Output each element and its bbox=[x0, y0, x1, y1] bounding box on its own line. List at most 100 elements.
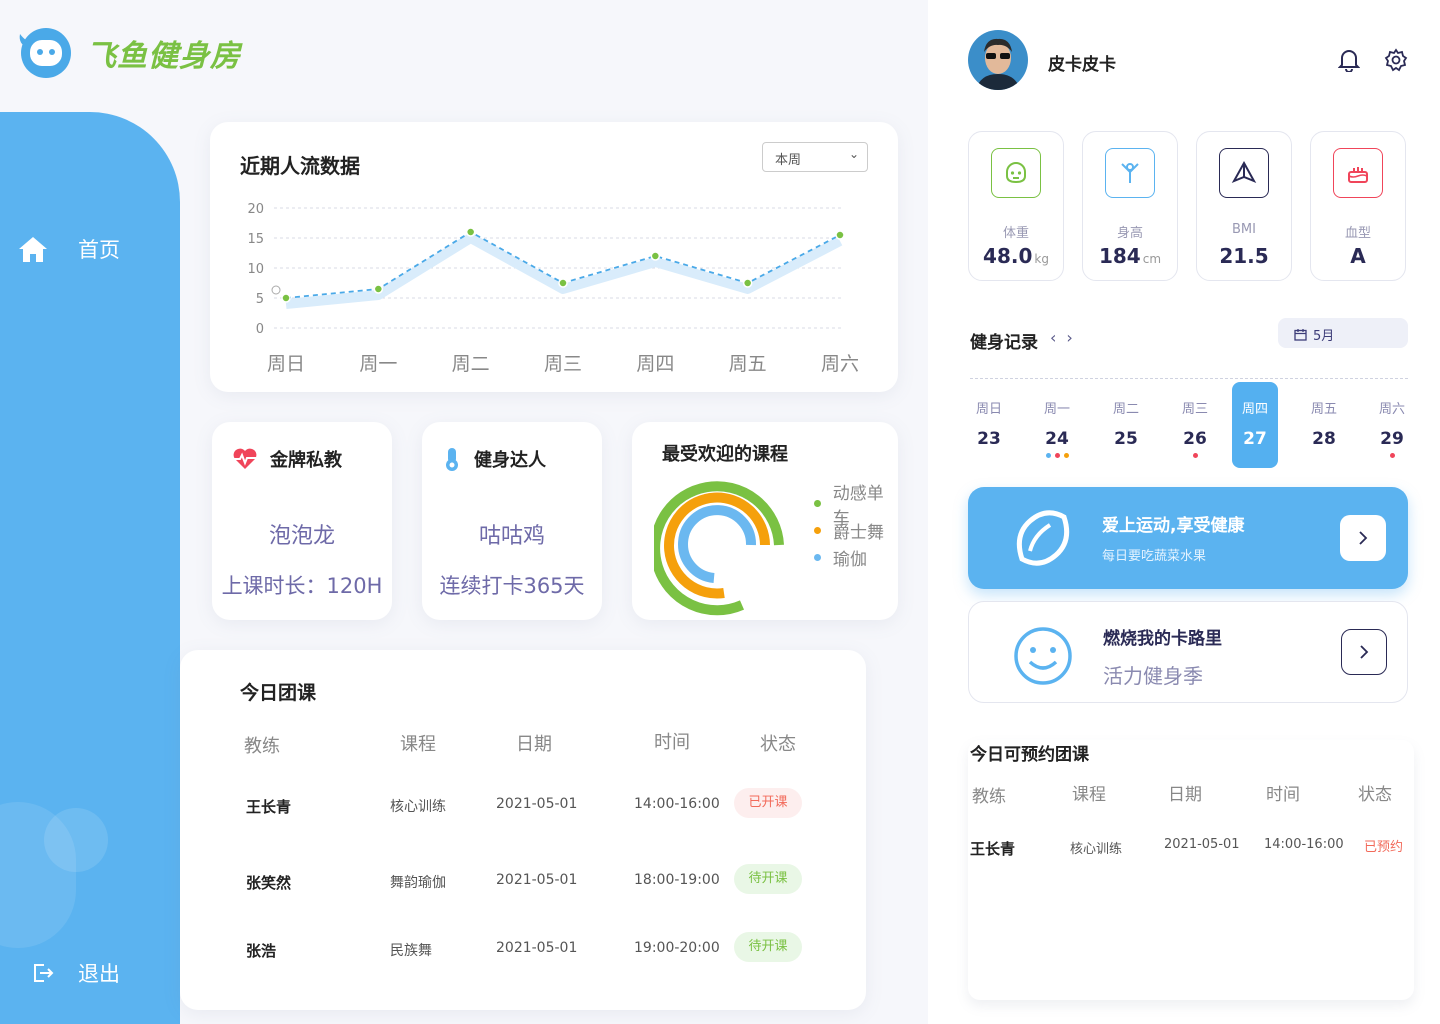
face-icon bbox=[991, 148, 1041, 198]
stat-bmi-value: 21.5 bbox=[1219, 244, 1269, 268]
day-26[interactable]: 周三 26 bbox=[1172, 382, 1218, 468]
cell-date: 2021-05-01 bbox=[496, 872, 578, 888]
series-glow bbox=[285, 233, 843, 309]
cell-time: 18:00-19:00 bbox=[634, 872, 720, 888]
y-tick-label: 20 bbox=[247, 202, 264, 217]
month-picker[interactable]: 5月 bbox=[1278, 318, 1408, 348]
favorite-courses-card: 最受欢迎的课程 动感单车 爵士舞 瑜伽 bbox=[632, 422, 898, 620]
day-27[interactable]: 周四 27 bbox=[1232, 382, 1278, 468]
cell-coach: 王长青 bbox=[246, 798, 292, 816]
bmi-icon bbox=[1219, 148, 1269, 198]
chevron-right-icon bbox=[1360, 645, 1369, 659]
brand-name: 飞鱼健身房 bbox=[86, 39, 241, 74]
stat-blood-type[interactable]: 血型 A bbox=[1310, 131, 1406, 281]
legend-dot bbox=[814, 527, 821, 534]
day-weekday: 周六 bbox=[1378, 402, 1405, 417]
member-card[interactable]: 健身达人 咕咕鸡 连续打卡365天 bbox=[422, 422, 602, 620]
promo-calorie-title: 燃烧我的卡路里 bbox=[1103, 629, 1222, 649]
col-header-status: 状态 bbox=[1358, 785, 1392, 805]
stat-blood-type-label: 血型 bbox=[1344, 226, 1371, 241]
promo-health-subtitle: 每日要吃蔬菜水果 bbox=[1102, 549, 1207, 564]
promo-card-health[interactable]: 爱上运动,享受健康 每日要吃蔬菜水果 bbox=[968, 487, 1408, 589]
x-tick-label: 周五 bbox=[729, 353, 767, 375]
col-header-status: 状态 bbox=[760, 734, 796, 755]
data-point bbox=[465, 227, 476, 237]
gear-icon[interactable] bbox=[1384, 48, 1408, 72]
favorite-courses-title: 最受欢迎的课程 bbox=[662, 444, 788, 465]
day-activity-dots bbox=[1369, 453, 1415, 458]
col-header-date: 日期 bbox=[1168, 785, 1202, 805]
stat-height-unit: cm bbox=[1142, 252, 1162, 266]
legend-item: 动感单车 bbox=[814, 484, 898, 529]
legend-dot bbox=[814, 500, 821, 507]
user-name: 皮卡皮卡 bbox=[1048, 55, 1116, 75]
cell-date: 2021-05-01 bbox=[1164, 837, 1240, 852]
legend-dot bbox=[814, 554, 821, 561]
status-text: 已预约 bbox=[1364, 840, 1404, 855]
stat-height-value: 184 bbox=[1098, 244, 1141, 268]
promo-card-calorie[interactable]: 燃烧我的卡路里 活力健身季 bbox=[968, 601, 1408, 703]
logout-icon bbox=[34, 964, 54, 982]
stat-height-value-wrap: 184 cm bbox=[1083, 244, 1177, 268]
sidebar: 首页 退出 bbox=[0, 112, 180, 1024]
coach-card[interactable]: 金牌私教 泡泡龙 上课时长：120H bbox=[212, 422, 392, 620]
cell-course: 核心训练 bbox=[390, 799, 446, 815]
divider bbox=[970, 378, 1408, 379]
legend-item: 瑜伽 bbox=[814, 544, 898, 571]
cell-time: 14:00-16:00 bbox=[1264, 837, 1344, 852]
member-name: 咕咕鸡 bbox=[478, 524, 545, 549]
stat-bmi-label: BMI bbox=[1232, 222, 1256, 237]
legend-label: 瑜伽 bbox=[833, 550, 867, 570]
chevron-right-icon[interactable]: › bbox=[1066, 328, 1082, 347]
favorite-courses-legend: 动感单车 爵士舞 瑜伽 bbox=[814, 484, 898, 571]
day-28[interactable]: 周五 28 bbox=[1301, 382, 1347, 468]
cell-date: 2021-05-01 bbox=[496, 940, 578, 956]
x-tick-label: 周三 bbox=[544, 353, 582, 375]
y-tick-label: 5 bbox=[256, 292, 264, 307]
calendar-icon bbox=[1294, 329, 1307, 341]
day-25[interactable]: 周二 25 bbox=[1103, 382, 1149, 468]
records-pager: ‹› bbox=[1050, 328, 1083, 347]
thermometer-icon bbox=[446, 448, 458, 471]
day-weekday: 周日 bbox=[975, 402, 1002, 417]
stat-height-label: 身高 bbox=[1116, 226, 1143, 241]
member-checkin: 连续打卡365天 bbox=[439, 574, 585, 598]
col-header-coach: 教练 bbox=[972, 787, 1006, 807]
right-panel: 皮卡皮卡 体重 48.0 kg 身高 184 cm BMI 21.5 血型 A 健身… bbox=[928, 0, 1440, 1024]
month-value: 5月 bbox=[1313, 329, 1335, 344]
day-number: 29 bbox=[1380, 429, 1404, 449]
status-badge: 待开课 bbox=[734, 864, 802, 894]
stat-weight-unit: kg bbox=[1034, 252, 1049, 266]
promo-calorie-go-button[interactable] bbox=[1341, 629, 1387, 675]
traffic-chart-card: 近期人流数据 本周 ⌄ 0 5 10 15 20 周日 周一 周二 周三 周四 周五 周六 bbox=[210, 122, 898, 392]
day-weekday: 周五 bbox=[1310, 402, 1337, 417]
status-badge: 已开课 bbox=[734, 788, 802, 818]
x-tick-label: 周六 bbox=[821, 353, 859, 375]
day-23[interactable]: 周日 23 bbox=[966, 382, 1012, 468]
traffic-line-chart: 0 5 10 15 20 周日 周一 周二 周三 周四 周五 周六 bbox=[247, 202, 859, 375]
nav-item-home[interactable]: 首页 bbox=[18, 234, 120, 264]
day-29[interactable]: 周六 29 bbox=[1369, 382, 1415, 468]
data-point bbox=[835, 230, 845, 240]
nav-item-logout[interactable]: 退出 bbox=[32, 958, 120, 988]
activity-dot bbox=[1054, 453, 1060, 458]
day-number: 28 bbox=[1312, 429, 1336, 449]
y-tick-label: 0 bbox=[256, 322, 264, 337]
brand-logo[interactable]: 飞鱼健身房 bbox=[16, 26, 241, 80]
stat-bmi[interactable]: BMI 21.5 bbox=[1196, 131, 1292, 281]
day-24[interactable]: 周一 24 bbox=[1034, 382, 1080, 468]
status-badge: 待开课 bbox=[734, 932, 802, 962]
stat-height[interactable]: 身高 184 cm bbox=[1082, 131, 1178, 281]
stat-weight-value-wrap: 48.0 kg bbox=[969, 244, 1063, 268]
bell-icon[interactable] bbox=[1338, 48, 1360, 72]
activity-dot bbox=[1063, 453, 1069, 458]
cell-time: 14:00-16:00 bbox=[634, 796, 720, 812]
promo-health-go-button[interactable] bbox=[1340, 515, 1386, 561]
stat-weight[interactable]: 体重 48.0 kg bbox=[968, 131, 1064, 281]
day-weekday: 周四 bbox=[1241, 402, 1268, 417]
radial-ring-yoga bbox=[678, 505, 757, 583]
avatar[interactable] bbox=[968, 30, 1028, 90]
user-avatar-image bbox=[968, 30, 1028, 90]
member-card-title: 健身达人 bbox=[474, 450, 546, 471]
chevron-left-icon[interactable]: ‹ bbox=[1050, 328, 1066, 347]
